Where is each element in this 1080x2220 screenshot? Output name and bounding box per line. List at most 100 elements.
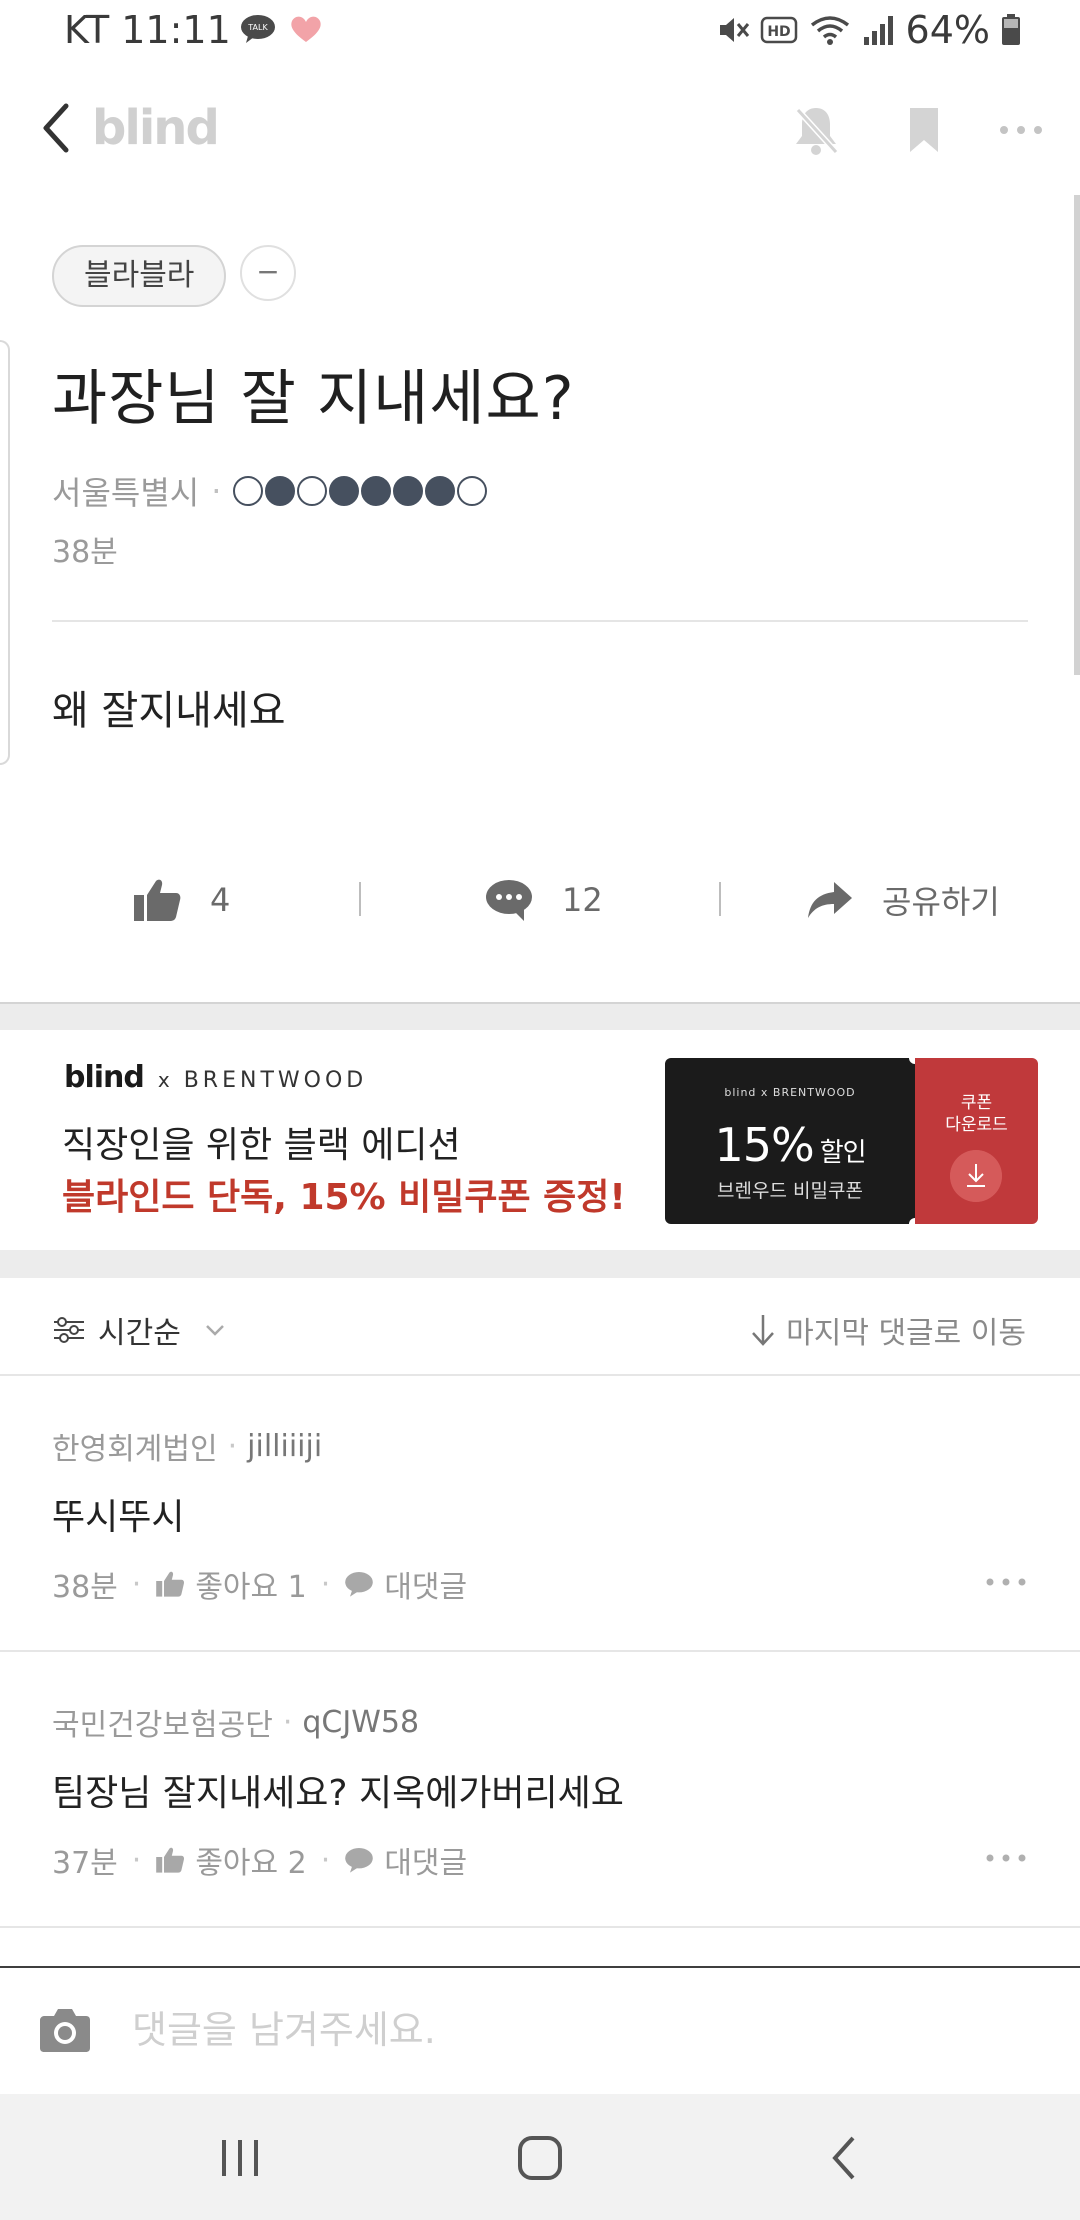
app-header: blind <box>0 80 1080 180</box>
meta-separator: · <box>320 1566 331 1602</box>
mute-icon <box>719 18 749 42</box>
arrow-down-icon <box>752 1315 775 1346</box>
thumbs-up-icon <box>134 879 181 921</box>
comment-button[interactable]: 12 <box>484 860 603 940</box>
coupon-download-label: 쿠폰 다운로드 <box>915 1092 1038 1136</box>
divider <box>52 620 1028 622</box>
like-count: 4 <box>210 881 231 919</box>
blind-logo: blind <box>92 100 220 156</box>
comment-company: 한영회계법인 <box>52 1432 218 1467</box>
rating-dot-empty <box>457 476 488 506</box>
status-right: HD 64% <box>716 8 1022 52</box>
coupon-discount-word: 할인 <box>819 1138 867 1168</box>
rating-dot-empty <box>233 476 264 506</box>
notification-off-icon[interactable] <box>790 102 842 158</box>
thumbs-up-icon <box>156 1847 185 1873</box>
comment-nickname: jilliiiji <box>247 1428 323 1464</box>
rating-dot-filled <box>361 476 392 506</box>
post-title: 과장님 잘 지내세요? <box>52 364 575 434</box>
comment-like-button[interactable]: 좋아요 1 <box>155 1562 307 1606</box>
sort-label: 시간순 <box>98 1316 181 1351</box>
rating-dot-filled <box>265 476 296 506</box>
back-nav-icon[interactable] <box>815 2130 875 2186</box>
filter-icon <box>54 1317 84 1343</box>
collapse-button[interactable]: − <box>240 245 296 301</box>
share-icon <box>808 882 852 918</box>
comment-meta: 37분 · 좋아요 2 · 대댓글 <box>52 1838 467 1882</box>
meta-separator: · <box>131 1842 142 1878</box>
more-icon[interactable] <box>984 1848 1028 1868</box>
reply-icon <box>345 1848 374 1873</box>
ad-headline: 직장인을 위한 블랙 에디션 <box>62 1125 461 1166</box>
coupon-discount: 15% 할인 <box>665 1118 915 1172</box>
comment-text: 뚜시뚜시 <box>52 1497 185 1538</box>
comment-author: 국민건강보험공단 · qCJW58 <box>52 1700 419 1744</box>
status-bar: KT 11:11 TALK HD 64% <box>0 0 1080 64</box>
comment-composer <box>0 1966 1080 2094</box>
rating-dot-filled <box>329 476 360 506</box>
comment-like-label: 좋아요 1 <box>195 1570 307 1605</box>
recent-apps-icon[interactable] <box>210 2130 270 2186</box>
ad-brand-x: x <box>157 1068 170 1092</box>
comment-reply-button[interactable]: 대댓글 <box>344 1838 467 1882</box>
edge-panel-handle[interactable] <box>0 340 10 765</box>
comment-nickname: qCJW58 <box>302 1704 420 1740</box>
meta-separator: · <box>282 1704 293 1740</box>
action-divider <box>359 882 361 916</box>
sort-dropdown[interactable]: 시간순 <box>52 1308 229 1352</box>
comment-reply-label: 대댓글 <box>384 1846 468 1881</box>
system-nav-bar <box>0 2094 1080 2220</box>
comment-item[interactable]: 한영회계법인 · jilliiiji 뚜시뚜시 38분 · 좋아요 1 · 대댓… <box>0 1376 1080 1652</box>
coupon-brand: blind x BRENTWOOD <box>724 1086 856 1099</box>
category-chip[interactable]: 블라블라 <box>52 245 227 307</box>
comment-input[interactable] <box>132 1998 1032 2062</box>
thumbs-up-icon <box>156 1571 185 1597</box>
comment-like-button[interactable]: 좋아요 2 <box>155 1838 307 1882</box>
post-meta: 서울특별시 · <box>52 468 488 514</box>
comment-text: 팀장님 잘지내세요? 지옥에가버리세요 <box>52 1773 624 1814</box>
comment-time: 38분 <box>52 1570 118 1605</box>
comment-company: 국민건강보험공단 <box>52 1708 273 1743</box>
rating-dot-filled <box>393 476 424 506</box>
section-divider <box>0 1250 1080 1278</box>
chevron-down-icon <box>205 1325 224 1336</box>
post-actions: 4 12 공유하기 <box>0 860 1080 940</box>
share-button[interactable]: 공유하기 <box>806 860 1000 940</box>
coupon-percent: 15% <box>714 1118 814 1172</box>
hd-icon: HD <box>760 16 797 44</box>
post-time: 38분 <box>52 535 118 570</box>
coupon-download-button[interactable]: 쿠폰 다운로드 <box>915 1058 1038 1224</box>
comment-reply-label: 대댓글 <box>384 1570 468 1605</box>
like-button[interactable]: 4 <box>132 860 230 940</box>
ad-banner[interactable]: blind x BRENTWOOD 직장인을 위한 블랙 에디션 블라인드 단독… <box>0 1030 1080 1250</box>
comment-time: 37분 <box>52 1846 118 1881</box>
comments-toolbar: 시간순 마지막 댓글로 이동 <box>0 1278 1080 1376</box>
jump-to-last-comment[interactable]: 마지막 댓글로 이동 <box>750 1308 1026 1352</box>
coupon-download-line2: 다운로드 <box>945 1115 1008 1135</box>
home-icon[interactable] <box>510 2130 570 2186</box>
comment-reply-button[interactable]: 대댓글 <box>344 1562 467 1606</box>
heart-icon <box>291 16 321 42</box>
comment-item[interactable]: 국민건강보험공단 · qCJW58 팀장님 잘지내세요? 지옥에가버리세요 37… <box>0 1652 1080 1928</box>
rating-dot-empty <box>297 476 328 506</box>
more-icon[interactable] <box>984 1572 1028 1592</box>
share-label: 공유하기 <box>882 883 1000 921</box>
jump-label: 마지막 댓글로 이동 <box>786 1316 1026 1351</box>
post-body: 왜 잘지내세요 <box>52 688 286 734</box>
ad-brand-blind: blind <box>64 1060 145 1095</box>
comment-like-label: 좋아요 2 <box>195 1846 307 1881</box>
more-icon[interactable] <box>996 102 1046 158</box>
coupon-card[interactable]: blind x BRENTWOOD 15% 할인 브렌우드 비밀쿠폰 쿠폰 다운로… <box>665 1052 1038 1230</box>
coupon-download-line1: 쿠폰 <box>960 1093 993 1113</box>
meta-separator: · <box>320 1842 331 1878</box>
meta-separator: · <box>131 1566 142 1602</box>
reply-icon <box>345 1572 374 1597</box>
scrollbar-thumb[interactable] <box>1074 195 1080 675</box>
camera-icon[interactable] <box>38 2004 92 2056</box>
user-rating <box>233 476 488 506</box>
ad-brand-partner: BRENTWOOD <box>183 1068 368 1093</box>
signal-icon <box>863 16 893 45</box>
comment-meta: 38분 · 좋아요 1 · 대댓글 <box>52 1562 467 1606</box>
back-icon[interactable] <box>36 98 76 158</box>
bookmark-icon[interactable] <box>898 102 950 158</box>
